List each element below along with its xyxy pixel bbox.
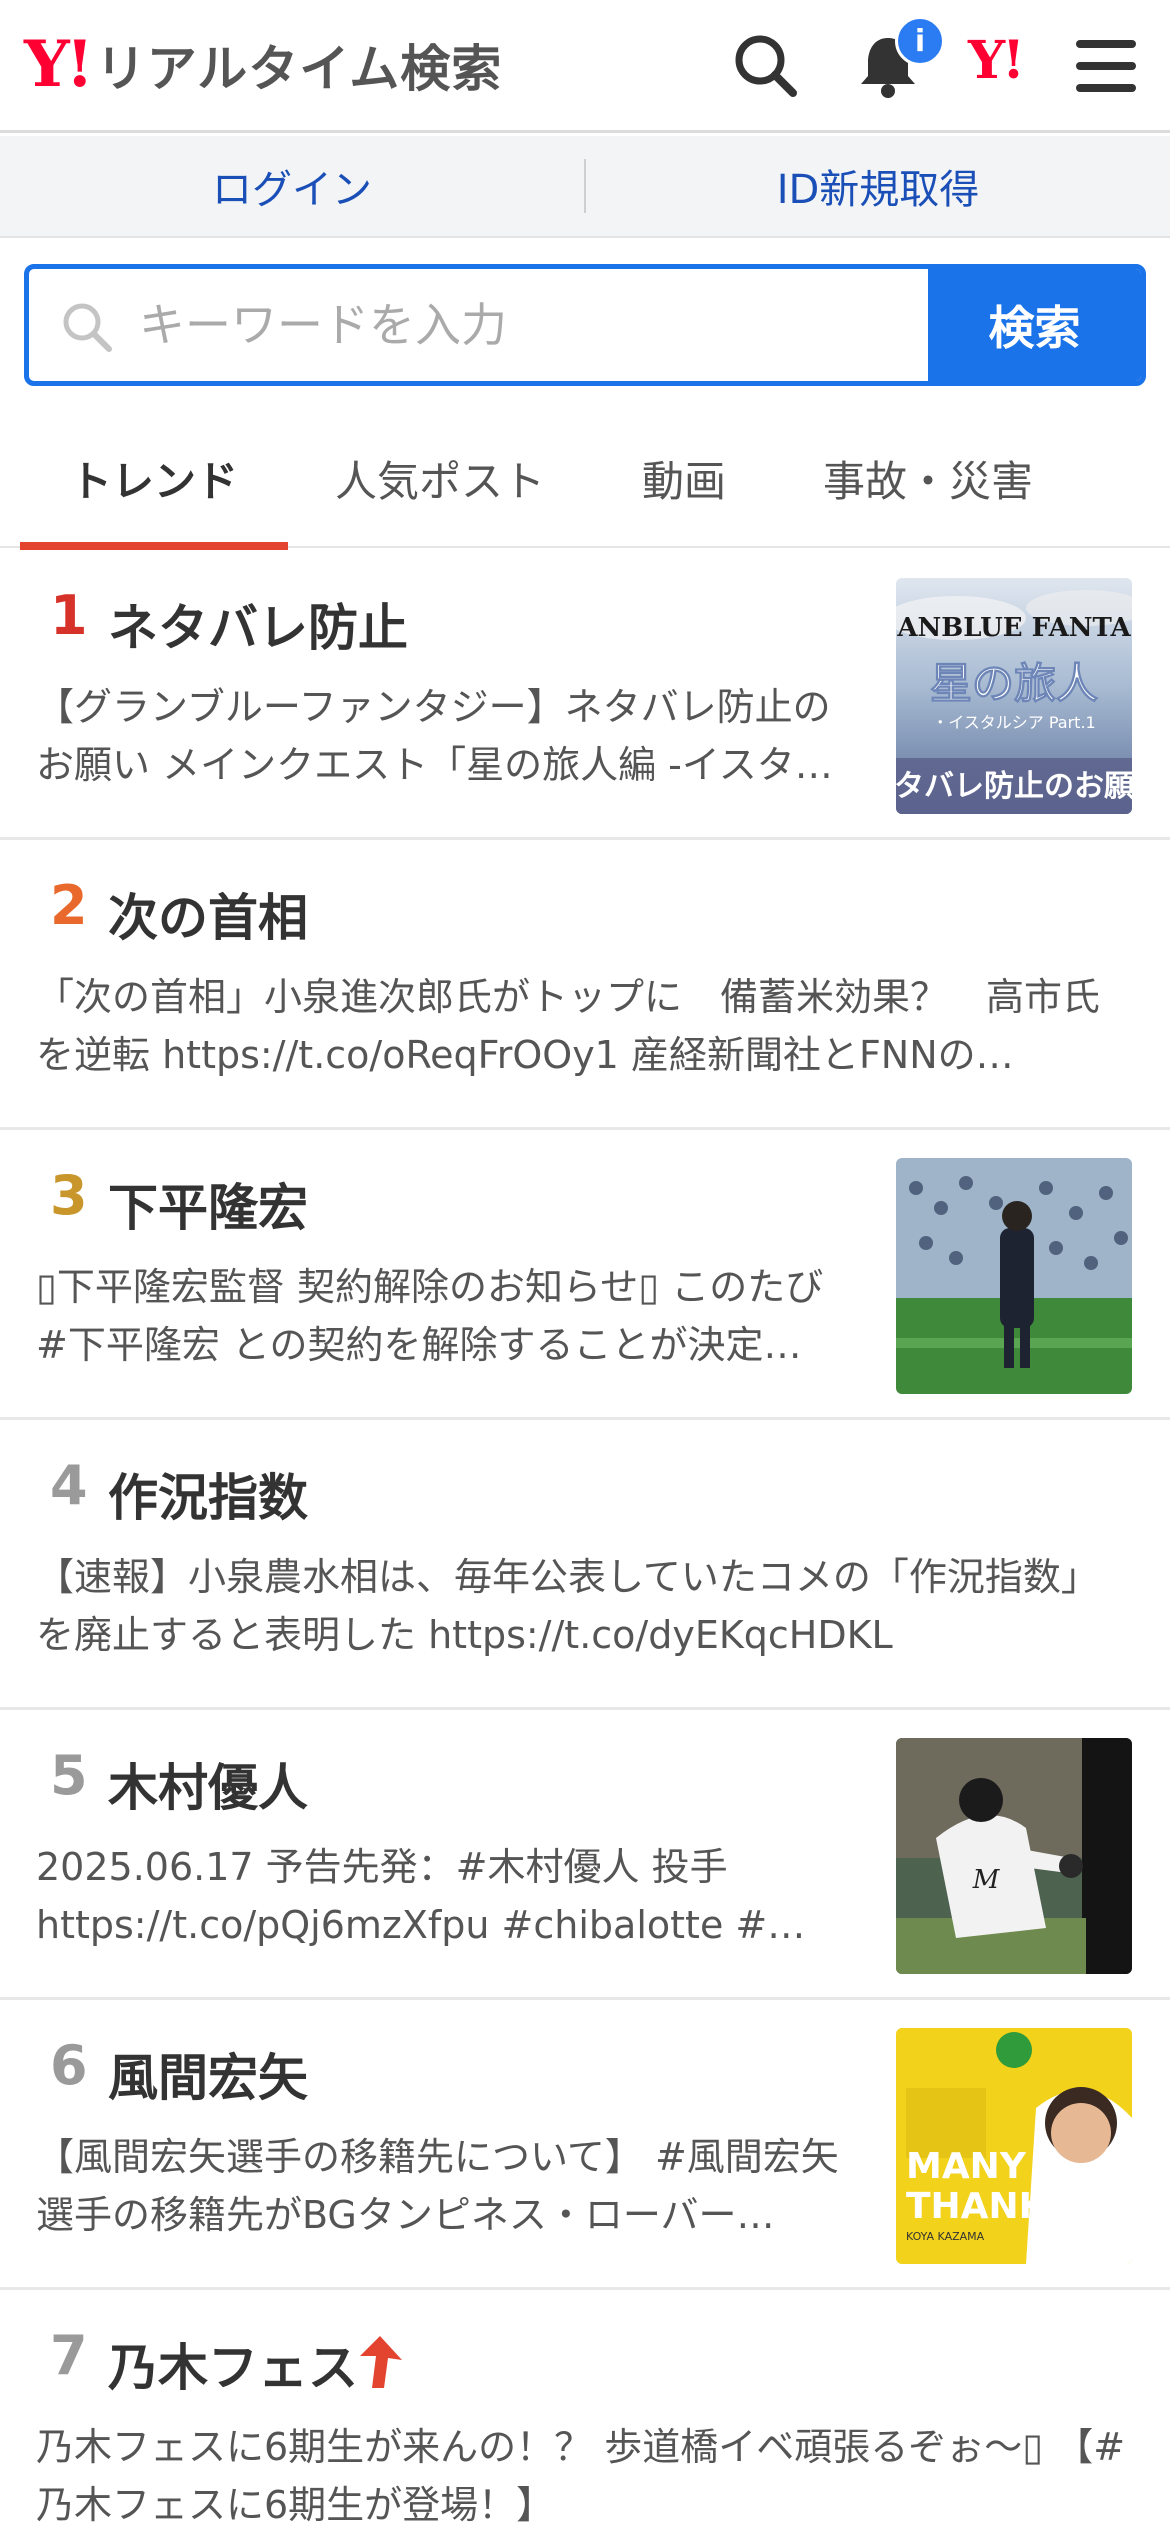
rank-number: 4 <box>50 1454 88 1517</box>
svg-text:KOYA KAZAMA: KOYA KAZAMA <box>906 2230 985 2243</box>
trend-description: 【グランブルーファンタジー】ネタバレ防止のお願い メインクエスト「星の旅人編 -… <box>36 685 833 787</box>
yahoo-japan-icon[interactable]: Y! <box>968 30 1025 91</box>
trend-description: ▯下平隆宏監督 契約解除のお知らせ▯ このたび #下平隆宏 との契約を解除するこ… <box>36 1265 824 1367</box>
trend-title[interactable]: 作況指数 <box>108 1458 308 1530</box>
svg-text:星の旅人: 星の旅人 <box>930 659 1098 708</box>
trend-title[interactable]: 下平隆宏 <box>108 1168 308 1240</box>
svg-text:・イスタルシア Part.1: ・イスタルシア Part.1 <box>932 713 1095 732</box>
svg-text:ANBLUE FANTA: ANBLUE FANTA <box>896 613 1131 643</box>
trend-title[interactable]: 風間宏矢 <box>108 2038 308 2110</box>
trend-thumbnail[interactable]: MANY THANKS KOYA KAZAMA <box>896 2028 1132 2264</box>
notification-badge: i <box>895 16 945 66</box>
trend-thumbnail[interactable]: ANBLUE FANTA 星の旅人 ・イスタルシア Part.1 タバレ防止のお… <box>896 578 1132 814</box>
trend-description: 乃木フェスに6期生が来んの！？ 歩道橋イベ頑張るぞぉ〜▯ 【#乃木フェスに6期生… <box>36 2425 1126 2527</box>
rank-number: 3 <box>50 1164 88 1227</box>
trend-item[interactable]: 1 ネタバレ防止 【グランブルーファンタジー】ネタバレ防止のお願い メインクエス… <box>0 550 1170 840</box>
trend-item[interactable]: 4 作況指数 【速報】小泉農水相は、毎年公表していたコメの「作況指数」を廃止する… <box>0 1420 1170 1710</box>
trend-item[interactable]: 2 次の首相 「次の首相」小泉進次郎氏がトップに 備蓄米効果？ 高市氏を逆転 h… <box>0 840 1170 1130</box>
search-button[interactable]: 検索 <box>928 269 1141 381</box>
rising-arrow-icon <box>360 2336 402 2388</box>
granblue-fantasy-banner-image: ANBLUE FANTA 星の旅人 ・イスタルシア Part.1 タバレ防止のお… <box>896 578 1132 814</box>
trend-title[interactable]: ネタバレ防止 <box>108 588 408 660</box>
tab-accidents-disasters[interactable]: 事故・災害 <box>800 418 1056 548</box>
trend-thumbnail[interactable] <box>896 1158 1132 1394</box>
yahoo-realtime-logo[interactable]: Y! リアルタイム検索 <box>24 30 502 100</box>
svg-text:THANKS: THANKS <box>906 2186 1073 2227</box>
svg-text:MANY: MANY <box>906 2146 1027 2187</box>
soccer-coach-photo-image <box>896 1158 1132 1394</box>
trend-item[interactable]: 3 下平隆宏 ▯下平隆宏監督 契約解除のお知らせ▯ このたび #下平隆宏 との契… <box>0 1130 1170 1420</box>
trend-description: 【速報】小泉農水相は、毎年公表していたコメの「作況指数」を廃止すると表明した h… <box>36 1555 1099 1657</box>
register-link[interactable]: ID新規取得 <box>586 157 1170 215</box>
search-icon[interactable] <box>730 30 802 102</box>
trend-title[interactable]: 木村優人 <box>108 1748 308 1820</box>
logo-title: リアルタイム検索 <box>95 40 503 98</box>
tab-trend[interactable]: トレンド <box>20 418 288 550</box>
category-tabs: トレンド 人気ポスト 動画 事故・災害 <box>0 418 1170 550</box>
trend-description: 「次の首相」小泉進次郎氏がトップに 備蓄米効果？ 高市氏を逆転 https://… <box>36 975 1101 1077</box>
yahoo-logo-mark: Y! <box>24 27 94 102</box>
trend-title[interactable]: 乃木フェス <box>108 2328 358 2400</box>
menu-icon[interactable] <box>1070 30 1142 102</box>
trend-title[interactable]: 次の首相 <box>108 878 308 950</box>
trend-thumbnail[interactable]: M <box>896 1738 1132 1974</box>
search-input[interactable] <box>139 269 939 381</box>
many-thanks-banner-image: MANY THANKS KOYA KAZAMA <box>896 2028 1132 2264</box>
login-link[interactable]: ログイン <box>0 157 584 215</box>
svg-text:タバレ防止のお願: タバレ防止のお願 <box>896 769 1132 804</box>
rank-number: 7 <box>50 2324 88 2387</box>
trend-item[interactable]: 6 風間宏矢 【風間宏矢選手の移籍先について】 #風間宏矢 選手の移籍先がBGタ… <box>0 2000 1170 2290</box>
tab-videos[interactable]: 動画 <box>600 418 768 548</box>
login-bar: ログイン ID新規取得 <box>0 136 1170 238</box>
rank-number: 5 <box>50 1744 88 1807</box>
baseball-pitcher-photo-image: M <box>896 1738 1132 1974</box>
search-field-icon <box>63 303 112 352</box>
trend-description: 【風間宏矢選手の移籍先について】 #風間宏矢 選手の移籍先がBGタンピネス・ロー… <box>36 2135 839 2237</box>
rank-number: 2 <box>50 874 88 937</box>
tab-popular-posts[interactable]: 人気ポスト <box>310 418 570 548</box>
rank-number: 6 <box>50 2034 88 2097</box>
trend-item[interactable]: 7 乃木フェス 乃木フェスに6期生が来んの！？ 歩道橋イベ頑張るぞぉ〜▯ 【#乃… <box>0 2290 1170 2532</box>
search-box: 検索 <box>24 264 1146 386</box>
svg-text:M: M <box>972 1865 1001 1895</box>
trend-item[interactable]: 5 木村優人 2025.06.17 予告先発：#木村優人 投手 https://… <box>0 1710 1170 2000</box>
app-header: Y! リアルタイム検索 i Y! <box>0 0 1170 133</box>
trend-description: 2025.06.17 予告先発：#木村優人 投手 https://t.co/pQ… <box>36 1845 806 1947</box>
rank-number: 1 <box>50 584 88 647</box>
